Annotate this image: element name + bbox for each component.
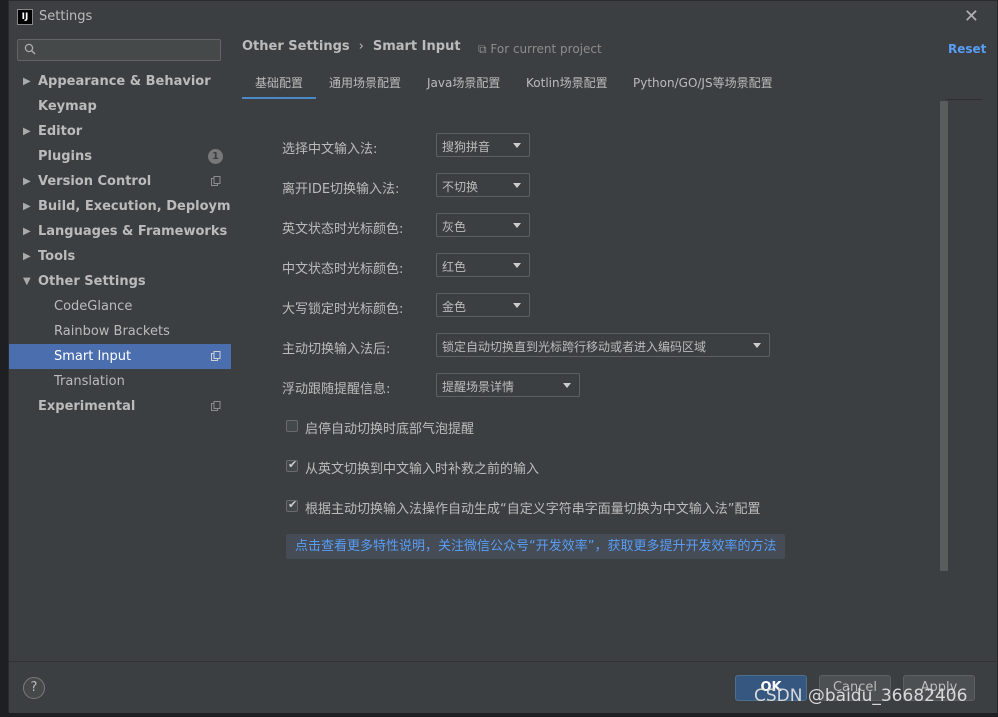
chevron-right-icon: ▶: [23, 76, 31, 87]
help-button[interactable]: ?: [23, 677, 45, 699]
checkbox-checked[interactable]: ✔: [286, 498, 298, 512]
search-input[interactable]: [17, 39, 221, 61]
sidebar-item-keymap[interactable]: Keymap: [9, 94, 231, 119]
csdn-watermark: CSDN @baidu_36682406: [754, 686, 968, 706]
project-scope-label: ⧉ For current project: [478, 42, 602, 56]
search-icon: [24, 43, 36, 55]
breadcrumb-current: Smart Input: [372, 39, 461, 54]
chinese-cursor-color-select[interactable]: 红色: [436, 253, 530, 277]
sidebar-item-other-settings[interactable]: ▼ Other Settings: [9, 269, 231, 294]
sidebar-item-version-control[interactable]: ▶ Version Control: [9, 169, 231, 194]
sidebar-item-languages-frameworks[interactable]: ▶ Languages & Frameworks: [9, 219, 231, 244]
more-features-link[interactable]: 点击查看更多特性说明，关注微信公众号“开发效率”，获取更多提升开发效率的方法: [286, 534, 786, 559]
sidebar-item-codeglance[interactable]: CodeGlance: [9, 294, 231, 319]
settings-sidebar: ▶ Appearance & Behavior Keymap ▶ Editor Pl…: [9, 33, 255, 661]
tab-kotlin-scene-config[interactable]: Kotlin场景配置: [526, 74, 608, 91]
project-scope-icon: ⧉: [478, 42, 491, 56]
intellij-app-icon: IJ: [17, 9, 33, 25]
capslock-cursor-color-label: 大写锁定时光标颜色:: [282, 302, 404, 317]
input-method-label: 选择中文输入法:: [282, 142, 378, 157]
reset-link[interactable]: Reset: [948, 42, 986, 56]
english-cursor-color-label: 英文状态时光标颜色:: [282, 222, 404, 237]
checkmark-icon: ✔: [288, 498, 298, 511]
checkbox-checked[interactable]: ✔: [286, 458, 298, 472]
breadcrumb-parent[interactable]: Other Settings: [242, 39, 350, 54]
english-cursor-color-select[interactable]: 灰色: [436, 213, 530, 237]
settings-content: Other Settings › Smart Input ⧉ For current…: [231, 33, 997, 661]
leave-ide-switch-select[interactable]: 不切换: [436, 173, 530, 197]
dropdown-arrow-icon: [513, 263, 521, 268]
vertical-scrollbar[interactable]: [940, 101, 948, 571]
chevron-right-icon: ▶: [23, 126, 31, 137]
chevron-right-icon: ▶: [23, 176, 31, 187]
settings-tree: ▶ Appearance & Behavior Keymap ▶ Editor Pl…: [9, 69, 255, 419]
settings-window: IJ Settings ✕ ▶ Appearance & Behavior Key…: [8, 0, 998, 713]
dropdown-arrow-icon: [753, 343, 761, 348]
dropdown-arrow-icon: [513, 303, 521, 308]
tab-general-scene-config[interactable]: 通用场景配置: [329, 74, 401, 91]
sidebar-item-smart-input[interactable]: Smart Input: [9, 344, 231, 369]
tab-java-scene-config[interactable]: Java场景配置: [427, 74, 500, 91]
floating-hint-select[interactable]: 提醒场景详情: [436, 373, 580, 397]
after-manual-switch-label: 主动切换输入法后:: [282, 342, 391, 357]
chevron-right-icon: ▶: [23, 251, 31, 262]
project-scope-icon: [211, 401, 221, 411]
dropdown-arrow-icon: [513, 183, 521, 188]
floating-hint-label: 浮动跟随提醒信息:: [282, 382, 391, 397]
dropdown-arrow-icon: [513, 143, 521, 148]
sidebar-item-translation[interactable]: Translation: [9, 369, 231, 394]
input-method-select[interactable]: 搜狗拼音: [436, 133, 530, 157]
basic-config-panel: 选择中文输入法: 搜狗拼音 离开IDE切换输入法: 不切换 英文状态时光标颜色:…: [242, 99, 946, 661]
close-icon[interactable]: ✕: [964, 6, 979, 27]
sidebar-item-tools[interactable]: ▶ Tools: [9, 244, 231, 269]
project-scope-icon: [211, 351, 221, 361]
capslock-cursor-color-select[interactable]: 金色: [436, 293, 530, 317]
chevron-down-icon: ▼: [23, 276, 31, 287]
title-bar: IJ Settings ✕: [9, 1, 997, 33]
project-scope-icon: [211, 176, 221, 186]
window-title: Settings: [39, 9, 93, 24]
sidebar-item-experimental[interactable]: Experimental: [9, 394, 231, 419]
sidebar-item-plugins[interactable]: Plugins 1: [9, 144, 231, 169]
checkmark-icon: ✔: [288, 458, 298, 471]
tab-basic-config[interactable]: 基础配置: [241, 74, 317, 100]
sidebar-item-build-execution-deployment[interactable]: ▶ Build, Execution, Deployment: [9, 194, 255, 219]
chinese-cursor-color-label: 中文状态时光标颜色:: [282, 262, 404, 277]
sidebar-item-editor[interactable]: ▶ Editor: [9, 119, 231, 144]
tab-python-go-js-scene-config[interactable]: Python/GO/JS等场景配置: [633, 74, 773, 91]
dropdown-arrow-icon: [563, 383, 571, 388]
plugins-update-badge: 1: [208, 149, 223, 164]
checkbox-unchecked[interactable]: [286, 420, 298, 432]
breadcrumb: Other Settings › Smart Input: [242, 39, 461, 54]
sidebar-item-appearance-behavior[interactable]: ▶ Appearance & Behavior: [9, 69, 231, 94]
chevron-right-icon: ▶: [23, 226, 31, 237]
after-manual-switch-select[interactable]: 锁定自动切换直到光标跨行移动或者进入编码区域: [436, 333, 770, 357]
breadcrumb-separator: ›: [358, 39, 364, 54]
sidebar-item-rainbow-brackets[interactable]: Rainbow Brackets: [9, 319, 231, 344]
settings-tabs: 基础配置 通用场景配置 Java场景配置 Kotlin场景配置 Python/G…: [241, 67, 982, 100]
leave-ide-switch-label: 离开IDE切换输入法:: [282, 182, 400, 197]
chevron-right-icon: ▶: [23, 201, 31, 212]
dropdown-arrow-icon: [513, 223, 521, 228]
